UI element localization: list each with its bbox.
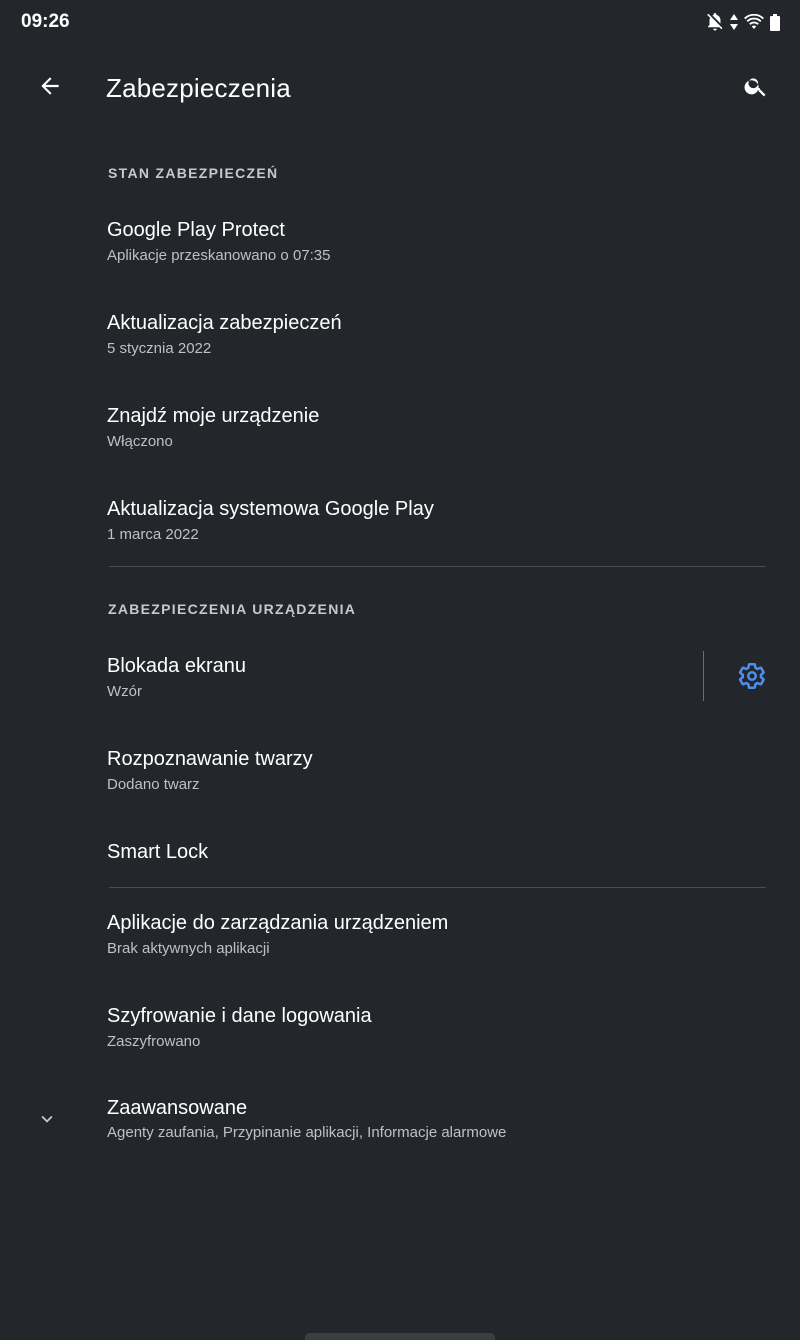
vertical-divider: [703, 651, 704, 701]
gear-icon: [737, 661, 767, 696]
pref-smart-lock[interactable]: Smart Lock: [0, 822, 800, 886]
pref-encryption-credentials[interactable]: Szyfrowanie i dane logowania Zaszyfrowan…: [0, 990, 800, 1082]
pref-title: Aktualizacja zabezpieczeń: [107, 312, 342, 334]
pref-summary: Aplikacje przeskanowano o 07:35: [107, 247, 331, 264]
pref-summary: 5 stycznia 2022: [107, 340, 212, 357]
pref-summary: Zaszyfrowano: [107, 1033, 201, 1050]
page-title: Zabezpieczenia: [106, 73, 291, 103]
pref-title: Aplikacje do zarządzania urządzeniem: [107, 912, 449, 934]
pref-google-play-protect[interactable]: Google Play Protect Aplikacje przeskanow…: [0, 204, 800, 296]
pref-screen-lock[interactable]: Blokada ekranu Wzór: [0, 640, 700, 732]
section-divider: [109, 566, 766, 567]
screen-lock-settings-button[interactable]: [728, 654, 776, 702]
chevron-down-icon: [32, 1104, 62, 1134]
data-transfer-icon: [730, 14, 738, 30]
search-icon: [743, 73, 769, 104]
pref-title: Znajdź moje urządzenie: [107, 405, 320, 427]
pref-advanced[interactable]: Zaawansowane Agenty zaufania, Przypinani…: [0, 1082, 800, 1174]
section-header-device-security: ZABEZPIECZENIA URZĄDZENIA: [108, 601, 357, 617]
pref-title: Zaawansowane: [107, 1097, 248, 1119]
wifi-icon: [744, 14, 764, 30]
pref-summary: Dodano twarz: [107, 776, 200, 793]
app-bar: Zabezpieczenia: [0, 56, 800, 120]
back-button[interactable]: [26, 64, 74, 112]
status-icons: [706, 12, 780, 32]
pref-face-recognition[interactable]: Rozpoznawanie twarzy Dodano twarz: [0, 733, 800, 825]
pref-find-my-device[interactable]: Znajdź moje urządzenie Włączono: [0, 390, 800, 482]
search-button[interactable]: [732, 64, 780, 112]
notifications-off-icon: [706, 12, 724, 32]
pref-title: Aktualizacja systemowa Google Play: [107, 498, 434, 520]
pref-summary: Agenty zaufania, Przypinanie aplikacji, …: [107, 1124, 507, 1141]
pref-summary: Wzór: [107, 683, 142, 700]
pref-summary: Brak aktywnych aplikacji: [107, 940, 270, 957]
pref-title: Smart Lock: [107, 841, 209, 863]
pref-title: Blokada ekranu: [107, 655, 246, 677]
pref-title: Google Play Protect: [107, 219, 285, 241]
pref-title: Szyfrowanie i dane logowania: [107, 1005, 372, 1027]
pref-google-play-system-update[interactable]: Aktualizacja systemowa Google Play 1 mar…: [0, 483, 800, 575]
pref-security-update[interactable]: Aktualizacja zabezpieczeń 5 stycznia 202…: [0, 297, 800, 389]
section-divider: [109, 887, 766, 888]
section-header-security-status: STAN ZABEZPIECZEŃ: [108, 165, 279, 181]
status-bar: 09:26: [0, 0, 800, 44]
pref-title: Rozpoznawanie twarzy: [107, 748, 313, 770]
navigation-handle[interactable]: [305, 1333, 495, 1340]
pref-device-admin-apps[interactable]: Aplikacje do zarządzania urządzeniem Bra…: [0, 897, 800, 989]
pref-summary: Włączono: [107, 433, 173, 450]
pref-summary: 1 marca 2022: [107, 526, 199, 543]
status-time: 09:26: [21, 11, 70, 32]
battery-icon: [770, 13, 780, 31]
arrow-back-icon: [37, 73, 63, 104]
